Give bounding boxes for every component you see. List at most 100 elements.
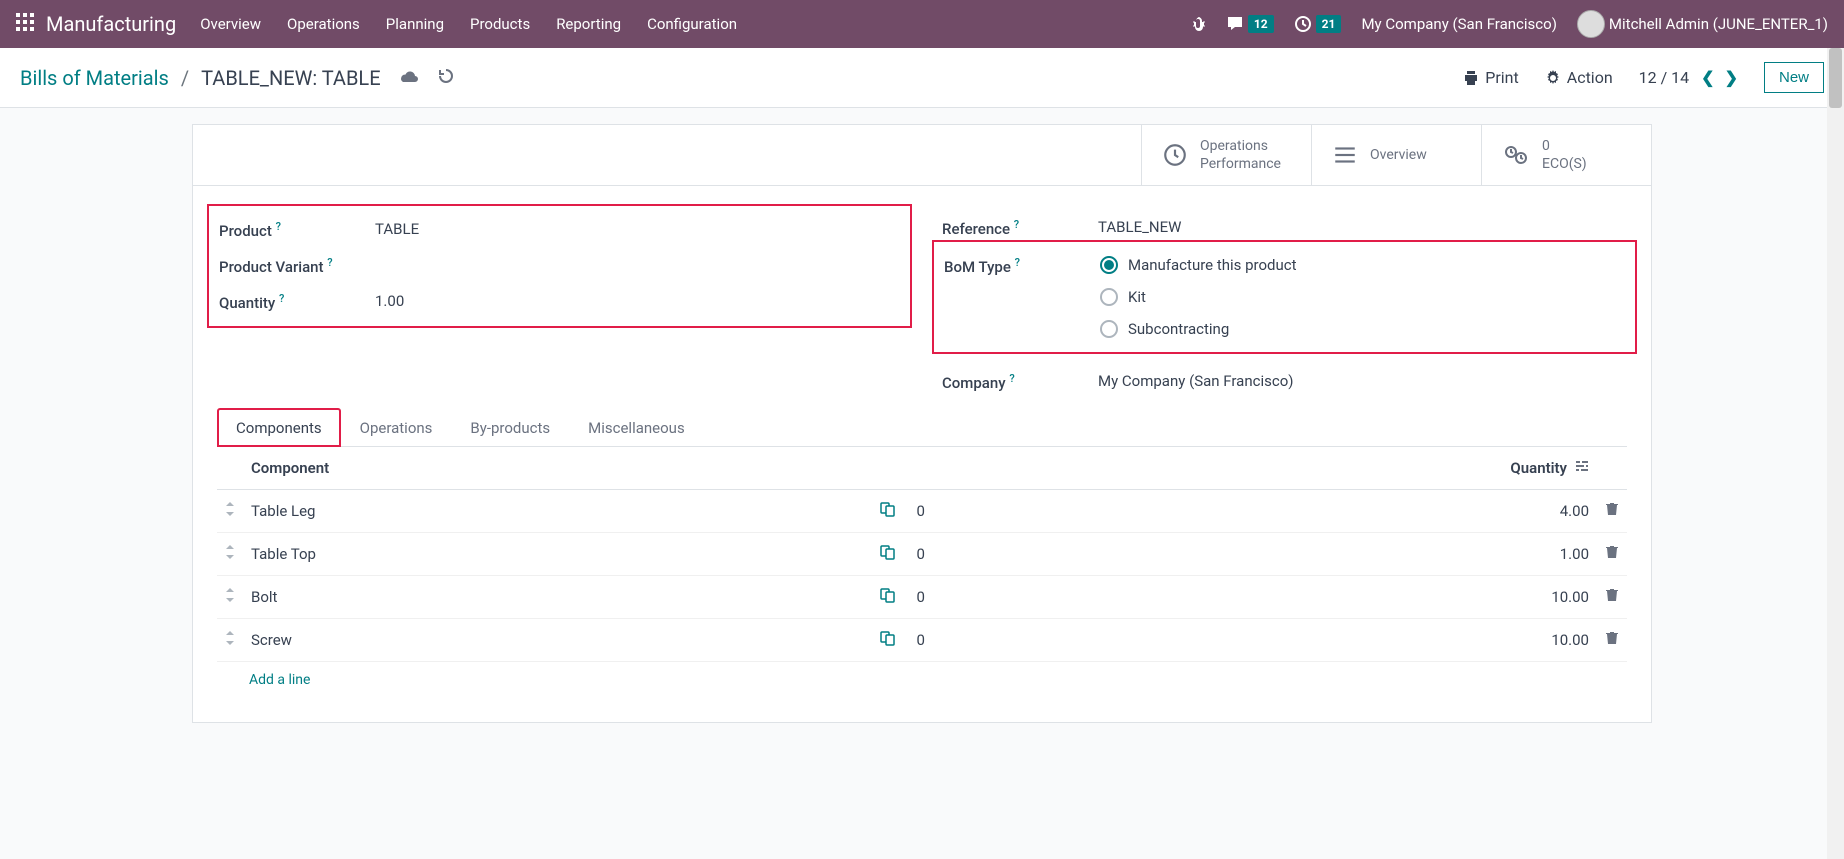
activity-badge: 21 — [1316, 15, 1342, 33]
stat-operations-performance[interactable]: OperationsPerformance — [1141, 125, 1311, 185]
radio-checked-icon — [1100, 256, 1118, 274]
help-icon[interactable]: ? — [1014, 218, 1019, 231]
table-row[interactable]: Table Top 0 1.00 — [217, 533, 1627, 576]
forecast-icon[interactable] — [868, 490, 908, 533]
radio-unchecked-icon — [1100, 288, 1118, 306]
radio-unchecked-icon — [1100, 320, 1118, 338]
nav-configuration[interactable]: Configuration — [647, 15, 737, 33]
forecast-icon[interactable] — [868, 533, 908, 576]
components-table: Component Quantity Table Leg 0 4.00 — [217, 447, 1627, 662]
stat-buttons: OperationsPerformance Overview 0ECO(S) — [193, 125, 1651, 186]
form-sheet: OperationsPerformance Overview 0ECO(S) P… — [192, 124, 1652, 723]
quantity-value[interactable]: 10.00 — [968, 619, 1597, 662]
delete-row-icon[interactable] — [1597, 576, 1627, 619]
reference-field[interactable]: TABLE_NEW — [1098, 218, 1181, 236]
help-icon[interactable]: ? — [1009, 372, 1014, 385]
user-menu[interactable]: Mitchell Admin (JUNE_ENTER_1) — [1577, 10, 1828, 38]
quantity-field[interactable]: 1.00 — [375, 292, 404, 310]
form-right-col: Reference ? TABLE_NEW BoM Type ? Manufac… — [942, 210, 1627, 400]
top-nav: Manufacturing Overview Operations Planni… — [0, 0, 1844, 48]
print-button[interactable]: Print — [1463, 68, 1518, 87]
quantity-label: Quantity ? — [219, 292, 375, 312]
new-button[interactable]: New — [1764, 62, 1824, 93]
delete-row-icon[interactable] — [1597, 619, 1627, 662]
col-quantity: Quantity — [968, 447, 1597, 490]
tab-components[interactable]: Components — [217, 408, 341, 447]
quantity-value[interactable]: 4.00 — [968, 490, 1597, 533]
control-panel: Bills of Materials / TABLE_NEW: TABLE Pr… — [0, 48, 1844, 108]
breadcrumb-current: TABLE_NEW: TABLE — [201, 66, 380, 90]
quantity-value[interactable]: 10.00 — [968, 576, 1597, 619]
delete-row-icon[interactable] — [1597, 490, 1627, 533]
product-field[interactable]: TABLE — [375, 220, 419, 238]
nav-operations[interactable]: Operations — [287, 15, 360, 33]
component-name[interactable]: Table Top — [243, 533, 868, 576]
company-field[interactable]: My Company (San Francisco) — [1098, 372, 1293, 390]
nav-right: 12 21 My Company (San Francisco) Mitchel… — [1190, 10, 1828, 38]
drag-handle-icon[interactable] — [217, 576, 243, 619]
discard-icon[interactable] — [437, 66, 455, 90]
forecast-icon[interactable] — [868, 576, 908, 619]
cloud-save-icon[interactable] — [399, 66, 419, 90]
highlight-right: BoM Type ? Manufacture this product Kit … — [932, 240, 1637, 354]
radio-subcontracting[interactable]: Subcontracting — [1100, 320, 1297, 338]
nav-reporting[interactable]: Reporting — [556, 15, 621, 33]
messaging-menu[interactable]: 12 — [1226, 15, 1274, 33]
main-content: OperationsPerformance Overview 0ECO(S) P… — [0, 108, 1844, 739]
breadcrumb-root[interactable]: Bills of Materials — [20, 66, 169, 90]
pager-next-icon[interactable]: ❯ — [1725, 68, 1738, 87]
tab-byproducts[interactable]: By-products — [451, 408, 569, 447]
drag-handle-icon[interactable] — [217, 619, 243, 662]
chat-badge: 12 — [1248, 15, 1274, 33]
component-name[interactable]: Screw — [243, 619, 868, 662]
pager-value[interactable]: 12 / 14 — [1639, 68, 1690, 87]
nav-products[interactable]: Products — [470, 15, 530, 33]
quantity-value[interactable]: 1.00 — [968, 533, 1597, 576]
company-label: Company ? — [942, 372, 1098, 392]
nav-planning[interactable]: Planning — [386, 15, 444, 33]
debug-icon[interactable] — [1190, 16, 1206, 32]
tab-operations[interactable]: Operations — [341, 408, 452, 447]
company-switcher[interactable]: My Company (San Francisco) — [1361, 15, 1556, 33]
tabs: Components Operations By-products Miscel… — [217, 408, 1627, 447]
drag-handle-icon[interactable] — [217, 490, 243, 533]
add-line[interactable]: Add a line — [217, 662, 1627, 698]
table-row[interactable]: Screw 0 10.00 — [217, 619, 1627, 662]
mid-value: 0 — [908, 576, 968, 619]
apps-icon[interactable] — [16, 13, 34, 35]
product-label: Product ? — [219, 220, 375, 240]
forecast-icon[interactable] — [868, 619, 908, 662]
activity-menu[interactable]: 21 — [1294, 15, 1342, 33]
columns-config-icon[interactable] — [1575, 459, 1589, 477]
table-row[interactable]: Table Leg 0 4.00 — [217, 490, 1627, 533]
action-button[interactable]: Action — [1545, 68, 1613, 87]
control-panel-right: Print Action 12 / 14 ❮ ❯ New — [1463, 62, 1824, 93]
breadcrumb: Bills of Materials / TABLE_NEW: TABLE — [20, 66, 455, 90]
nav-menu: Overview Operations Planning Products Re… — [200, 15, 1190, 33]
help-icon[interactable]: ? — [327, 256, 332, 269]
radio-kit[interactable]: Kit — [1100, 288, 1297, 306]
form-body: Product ? TABLE Product Variant ? Quanti… — [193, 186, 1651, 408]
component-name[interactable]: Bolt — [243, 576, 868, 619]
component-name[interactable]: Table Leg — [243, 490, 868, 533]
scrollbar[interactable] — [1827, 48, 1844, 859]
form-left-col: Product ? TABLE Product Variant ? Quanti… — [217, 210, 902, 400]
table-row[interactable]: Bolt 0 10.00 — [217, 576, 1627, 619]
notebook: Components Operations By-products Miscel… — [193, 408, 1651, 722]
drag-handle-icon[interactable] — [217, 533, 243, 576]
stat-overview[interactable]: Overview — [1311, 125, 1481, 185]
stat-ecos[interactable]: 0ECO(S) — [1481, 125, 1651, 185]
nav-overview[interactable]: Overview — [200, 15, 261, 33]
app-brand[interactable]: Manufacturing — [46, 12, 176, 36]
reference-label: Reference ? — [942, 218, 1098, 238]
radio-manufacture[interactable]: Manufacture this product — [1100, 256, 1297, 274]
tab-miscellaneous[interactable]: Miscellaneous — [569, 408, 704, 447]
mid-value: 0 — [908, 490, 968, 533]
help-icon[interactable]: ? — [1015, 256, 1020, 269]
pager: 12 / 14 ❮ ❯ — [1639, 68, 1738, 87]
delete-row-icon[interactable] — [1597, 533, 1627, 576]
highlight-left: Product ? TABLE Product Variant ? Quanti… — [207, 204, 912, 328]
pager-prev-icon[interactable]: ❮ — [1701, 68, 1714, 87]
help-icon[interactable]: ? — [276, 220, 281, 233]
help-icon[interactable]: ? — [279, 292, 284, 305]
